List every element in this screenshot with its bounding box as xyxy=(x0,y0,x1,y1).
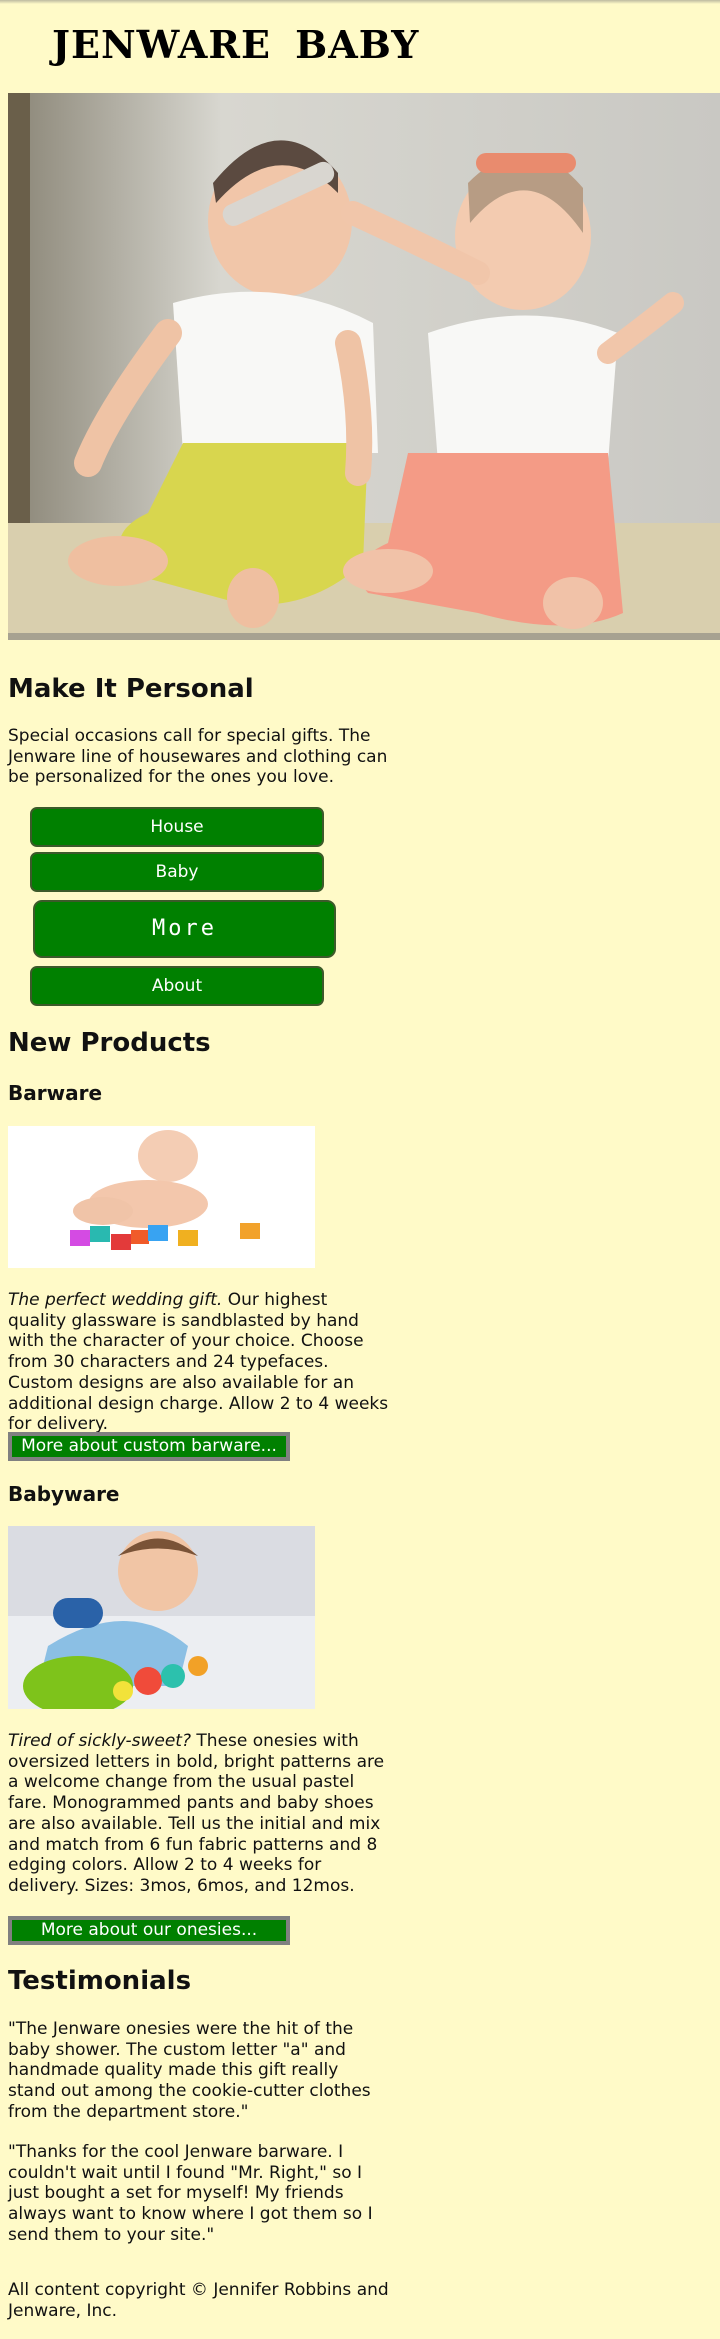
nav-button-about[interactable]: About xyxy=(30,966,324,1006)
barware-more-button[interactable]: More about custom barware... xyxy=(8,1432,290,1461)
nav-button-house[interactable]: House xyxy=(30,807,324,847)
babyware-lead: Tired of sickly-sweet? xyxy=(8,1731,191,1751)
hero-image xyxy=(8,93,720,640)
top-shadow xyxy=(0,0,720,4)
testimonials-heading: Testimonials xyxy=(8,1966,192,1996)
barware-lead: The perfect wedding gift. xyxy=(8,1290,223,1310)
testimonial-2: "Thanks for the cool Jenware barware. I … xyxy=(8,2142,373,2245)
products-heading: New Products xyxy=(8,1028,211,1058)
intro-text: Special occasions call for special gifts… xyxy=(8,726,388,788)
babyware-description: Tired of sickly-sweet? These onesies wit… xyxy=(8,1731,390,1897)
footer-copyright: All content copyright © Jennifer Robbins… xyxy=(8,2280,389,2321)
babyware-more-button[interactable]: More about our onesies... xyxy=(8,1916,290,1945)
barware-image xyxy=(8,1126,315,1268)
nav-button-more[interactable]: More xyxy=(33,900,336,958)
nav-button-baby[interactable]: Baby xyxy=(30,852,324,892)
testimonial-1: "The Jenware onesies were the hit of the… xyxy=(8,2019,371,2122)
babyware-text: These onesies with oversized letters in … xyxy=(8,1731,385,1896)
site-title: JENWARE BABY xyxy=(52,22,420,67)
barware-description: The perfect wedding gift. Our highest qu… xyxy=(8,1290,390,1435)
barware-title: Barware xyxy=(8,1081,103,1105)
babyware-image xyxy=(8,1526,315,1709)
intro-heading: Make It Personal xyxy=(8,674,254,704)
barware-text: Our highest quality glassware is sandbla… xyxy=(8,1290,389,1435)
babyware-title: Babyware xyxy=(8,1482,120,1506)
